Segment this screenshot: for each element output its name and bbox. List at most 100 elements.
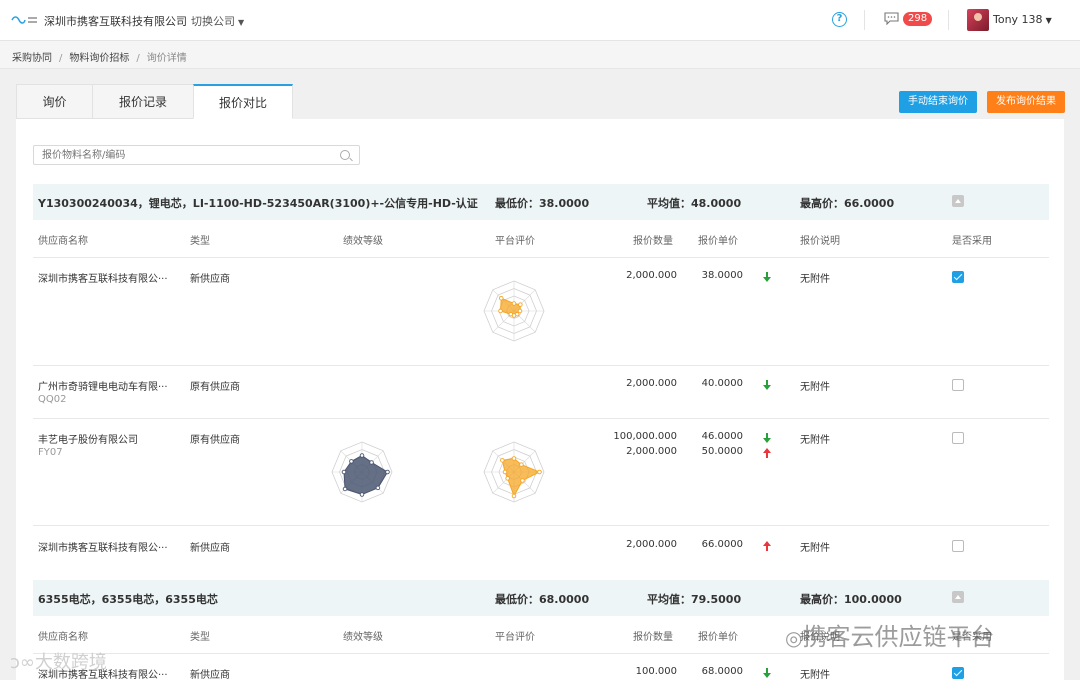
tab-quote-compare[interactable]: 报价对比	[193, 84, 293, 119]
adopt-checkbox[interactable]	[952, 432, 964, 444]
adopt-checkbox[interactable]	[952, 271, 964, 283]
tab-quote-records[interactable]: 报价记录	[92, 84, 193, 119]
adopt-checkbox[interactable]	[952, 667, 964, 679]
compare-panel: Y130300240034，锂电芯，LI-1100-HD-523450AR(31…	[16, 119, 1064, 680]
material-title: Y130300240034，锂电芯，LI-1100-HD-523450AR(31…	[38, 197, 478, 210]
col-rating: 平台评价	[495, 632, 535, 643]
wechat-icon: ◎	[785, 626, 803, 650]
material-group-header: 6355电芯，6355电芯，6355电芯 最低价：68.0000 平均值：79.…	[33, 580, 1049, 616]
tab-bar: 询价 报价记录 报价对比	[16, 84, 293, 119]
price-down-icon	[763, 668, 771, 678]
breadcrumb-link-procurement[interactable]: 采购协同	[12, 53, 52, 64]
platform-rating-radar	[483, 441, 545, 503]
publish-result-button[interactable]: 发布询价结果	[987, 91, 1065, 113]
quote-quantity: 2,000.000	[626, 270, 677, 281]
divider	[864, 10, 865, 30]
supplier-name[interactable]: 深圳市携客互联科技有限公···	[38, 270, 168, 285]
adopt-checkbox[interactable]	[952, 379, 964, 391]
col-supplier: 供应商名称	[38, 632, 88, 643]
col-performance: 绩效等级	[343, 632, 383, 643]
quote-note: 无附件	[800, 382, 830, 393]
top-bar: 深圳市携客互联科技有限公司 切换公司 ▼ ? 298 Tony 138 ▼	[0, 0, 1080, 41]
message-count-badge: 298	[903, 12, 933, 26]
price-up-icon	[763, 541, 771, 551]
supplier-name[interactable]: 丰艺电子股份有限公司	[38, 431, 138, 446]
column-header: 供应商名称 类型 绩效等级 平台评价 报价数量 报价单价 报价说明 是否采用	[33, 220, 1049, 258]
col-unit-price: 报价单价	[698, 632, 738, 643]
breadcrumb-separator: /	[136, 53, 140, 64]
unit-price: 46.0000	[701, 431, 743, 442]
price-down-icon	[763, 272, 771, 282]
supplier-type: 原有供应商	[190, 435, 240, 446]
col-supplier: 供应商名称	[38, 236, 88, 247]
max-price: 最高价：100.0000	[800, 593, 902, 606]
quote-note: 无附件	[800, 274, 830, 285]
breadcrumb-separator: /	[59, 53, 63, 64]
supplier-name[interactable]: 广州市奇骑锂电电动车有限···	[38, 378, 168, 393]
col-quantity: 报价数量	[633, 236, 673, 247]
unit-price: 68.0000	[701, 666, 743, 677]
unit-price: 50.0000	[701, 446, 743, 457]
min-price: 最低价：38.0000	[495, 197, 590, 210]
search-input[interactable]	[33, 145, 360, 165]
quote-quantity: 2,000.000	[626, 446, 677, 457]
table-row: 广州市奇骑锂电电动车有限··· QQ02 原有供应商 2,000.000 40.…	[33, 366, 1049, 419]
supplier-name[interactable]: 深圳市携客互联科技有限公···	[38, 539, 168, 554]
breadcrumb: 采购协同 / 物料询价招标 / 询价详情	[12, 49, 187, 64]
price-up-icon	[763, 448, 771, 458]
message-icon[interactable]	[884, 12, 899, 25]
divider	[948, 10, 949, 30]
supplier-code: QQ02	[38, 394, 67, 405]
breadcrumb-current: 询价详情	[146, 53, 187, 64]
min-price: 最低价：68.0000	[495, 593, 590, 606]
chevron-down-icon: ▼	[1045, 16, 1052, 25]
logo-icon	[11, 16, 37, 24]
quote-quantity: 100,000.000	[613, 431, 677, 442]
supplier-type: 新供应商	[190, 543, 230, 554]
watermark-logo-icon: ↄ∞	[10, 652, 35, 673]
table-row: 深圳市携客互联科技有限公··· 新供应商 100.000 68.0000 无附件	[33, 654, 1049, 680]
table-row: 深圳市携客互联科技有限公··· 新供应商 2,000.000 38.0000 无…	[33, 258, 1049, 366]
avg-price: 平均值：48.0000	[647, 197, 742, 210]
price-down-icon	[763, 433, 771, 443]
max-price: 最高价：66.0000	[800, 197, 895, 210]
col-rating: 平台评价	[495, 236, 535, 247]
switch-company-dropdown[interactable]: 切换公司 ▼	[191, 13, 244, 29]
user-menu[interactable]: Tony 138 ▼	[993, 13, 1052, 26]
col-note: 报价说明	[800, 236, 840, 247]
supplier-type: 原有供应商	[190, 382, 240, 393]
quote-note: 无附件	[800, 670, 830, 680]
search-icon[interactable]	[340, 150, 350, 160]
col-type: 类型	[190, 236, 210, 247]
supplier-type: 新供应商	[190, 670, 230, 680]
col-type: 类型	[190, 632, 210, 643]
help-icon[interactable]: ?	[832, 12, 847, 27]
breadcrumb-link-inquiry[interactable]: 物料询价招标	[69, 53, 129, 64]
col-performance: 绩效等级	[343, 236, 383, 247]
unit-price: 66.0000	[701, 539, 743, 550]
material-group-header: Y130300240034，锂电芯，LI-1100-HD-523450AR(31…	[33, 184, 1049, 220]
collapse-icon[interactable]	[952, 591, 964, 603]
quote-quantity: 2,000.000	[626, 378, 677, 389]
watermark-left: ↄ∞大数跨境	[10, 648, 107, 674]
watermark-text: 大数跨境	[34, 652, 107, 673]
price-down-icon	[763, 380, 771, 390]
supplier-type: 新供应商	[190, 274, 230, 285]
quote-note: 无附件	[800, 435, 830, 446]
watermark-text: 携客云供应链平台	[802, 623, 995, 651]
unit-price: 40.0000	[701, 378, 743, 389]
col-unit-price: 报价单价	[698, 236, 738, 247]
supplier-code: FY07	[38, 447, 63, 458]
table-row: 丰艺电子股份有限公司 FY07 原有供应商 100,000.000 2,000.…	[33, 419, 1049, 526]
unit-price: 38.0000	[701, 270, 743, 281]
avatar[interactable]	[967, 9, 989, 31]
tab-inquiry[interactable]: 询价	[16, 84, 92, 119]
collapse-icon[interactable]	[952, 195, 964, 207]
adopt-checkbox[interactable]	[952, 540, 964, 552]
quote-note: 无附件	[800, 543, 830, 554]
switch-company-label: 切换公司	[191, 15, 235, 28]
performance-radar	[331, 441, 393, 503]
end-inquiry-button[interactable]: 手动结束询价	[899, 91, 977, 113]
col-quantity: 报价数量	[633, 632, 673, 643]
material-title: 6355电芯，6355电芯，6355电芯	[38, 593, 218, 606]
